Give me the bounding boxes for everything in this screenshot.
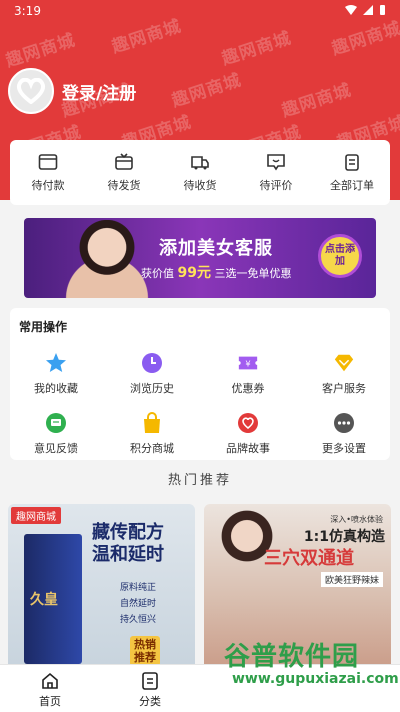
logo-heart-icon: [16, 78, 46, 104]
watermark: 趣网商城: [3, 30, 79, 72]
wallet-icon: [38, 153, 58, 170]
clock-icon: [142, 353, 162, 373]
order-pending-shipment[interactable]: 待发货: [89, 152, 159, 193]
op-label: 意见反馈: [34, 442, 78, 455]
feedback-icon: [46, 413, 66, 433]
clipboard-icon: [345, 153, 359, 171]
op-coupons[interactable]: ¥ 优惠券: [208, 352, 288, 396]
star-icon: [46, 353, 66, 372]
watermark: 趣网商城: [279, 80, 355, 122]
store-tag: 趣网商城: [11, 507, 61, 524]
order-pending-receipt[interactable]: 待收货: [165, 153, 235, 193]
shopping-bag-icon: [144, 412, 160, 433]
op-feedback[interactable]: 意见反馈: [16, 412, 96, 456]
hot-recommend-title: 热门推荐: [167, 473, 232, 488]
customer-service-banner[interactable]: 添加美女客服 获价值 99元 三选一免单优惠 点击添加: [24, 218, 376, 298]
product-subtitle: 欧美狂野辣妹: [320, 572, 383, 587]
op-favorites[interactable]: 我的收藏: [16, 352, 96, 396]
product-package: 久皇: [24, 534, 82, 664]
truck-icon: [191, 155, 209, 169]
product-note: 深入•喷水体验: [330, 515, 383, 524]
banner-price: 99元: [177, 265, 211, 281]
site-watermark-name: 谷普软件园: [224, 642, 360, 672]
order-shortcuts: 待付款 待发货 待收货 待评价 全部订单: [10, 140, 390, 205]
order-label: 待发货: [107, 178, 141, 192]
category-icon: [142, 672, 158, 690]
order-label: 待付款: [31, 178, 65, 192]
tab-label: 首页: [39, 695, 61, 708]
site-watermark: 谷普软件园 www.gupuxiazai.com: [224, 636, 400, 690]
watermark: 趣网商城: [219, 28, 295, 70]
order-label: 全部订单: [330, 178, 374, 192]
svg-text:¥: ¥: [245, 359, 250, 369]
op-customer-service[interactable]: 客户服务: [304, 352, 384, 396]
comment-icon: [267, 153, 285, 170]
section-title: 常用操作: [19, 320, 68, 334]
op-points-mall[interactable]: 积分商城: [112, 412, 192, 456]
hot-badge: 热销 推荐: [130, 636, 160, 666]
op-history[interactable]: 浏览历史: [112, 352, 192, 396]
common-operations: 常用操作 我的收藏 浏览历史 ¥ 优惠券 客户服务 意见反馈 积分商城 品牌故事…: [10, 308, 390, 460]
heart-icon: [238, 413, 258, 433]
op-label: 积分商城: [130, 442, 174, 455]
home-icon: [42, 672, 58, 689]
banner-photo: [62, 220, 152, 298]
banner-add-button[interactable]: 点击添加: [318, 234, 362, 278]
diamond-icon: [334, 354, 354, 372]
op-label: 品牌故事: [226, 442, 270, 455]
op-label: 更多设置: [322, 442, 366, 455]
battery-icon: [380, 5, 385, 15]
status-time: 3:19: [14, 4, 41, 18]
status-bar: 3:19: [0, 0, 400, 24]
product-points: 原料纯正 自然延时 持久恒兴: [120, 583, 157, 625]
op-label: 我的收藏: [34, 382, 78, 395]
box-icon: [115, 152, 133, 170]
product-headline: 藏传配方 温和延时: [92, 522, 164, 565]
order-label: 待评价: [259, 178, 293, 192]
product-card[interactable]: 趣网商城 久皇 藏传配方 温和延时 原料纯正 自然延时 持久恒兴 热销 推荐: [8, 504, 195, 674]
tab-category[interactable]: 分类: [120, 671, 180, 709]
login-register-link[interactable]: 登录/注册: [62, 79, 136, 104]
more-icon: [334, 413, 354, 433]
product-feature: 1:1仿真构造: [303, 529, 385, 545]
tab-label: 分类: [139, 695, 161, 708]
order-pending-review[interactable]: 待评价: [241, 153, 311, 193]
banner-title: 添加美女客服: [159, 238, 273, 259]
banner-subtitle: 获价值 99元 三选一免单优惠: [141, 265, 292, 281]
product-headline: 三穴双通道: [264, 548, 354, 569]
tab-home[interactable]: 首页: [20, 671, 80, 709]
op-brand-story[interactable]: 品牌故事: [208, 412, 288, 456]
op-label: 浏览历史: [130, 382, 174, 395]
order-pending-payment[interactable]: 待付款: [13, 153, 83, 193]
signal-icon: [363, 5, 373, 15]
login-entry[interactable]: 登录/注册: [8, 68, 136, 114]
op-label: 客户服务: [322, 382, 366, 395]
op-more-settings[interactable]: 更多设置: [304, 412, 384, 456]
order-label: 待收货: [183, 178, 217, 192]
watermark: 趣网商城: [169, 70, 245, 112]
site-watermark-url: www.gupuxiazai.com: [232, 671, 399, 687]
op-label: 优惠券: [231, 382, 265, 395]
order-all[interactable]: 全部订单: [317, 153, 387, 193]
wifi-icon: [345, 5, 357, 15]
coupon-icon: ¥: [238, 356, 258, 370]
avatar[interactable]: [8, 68, 54, 114]
status-icons: [345, 4, 386, 16]
